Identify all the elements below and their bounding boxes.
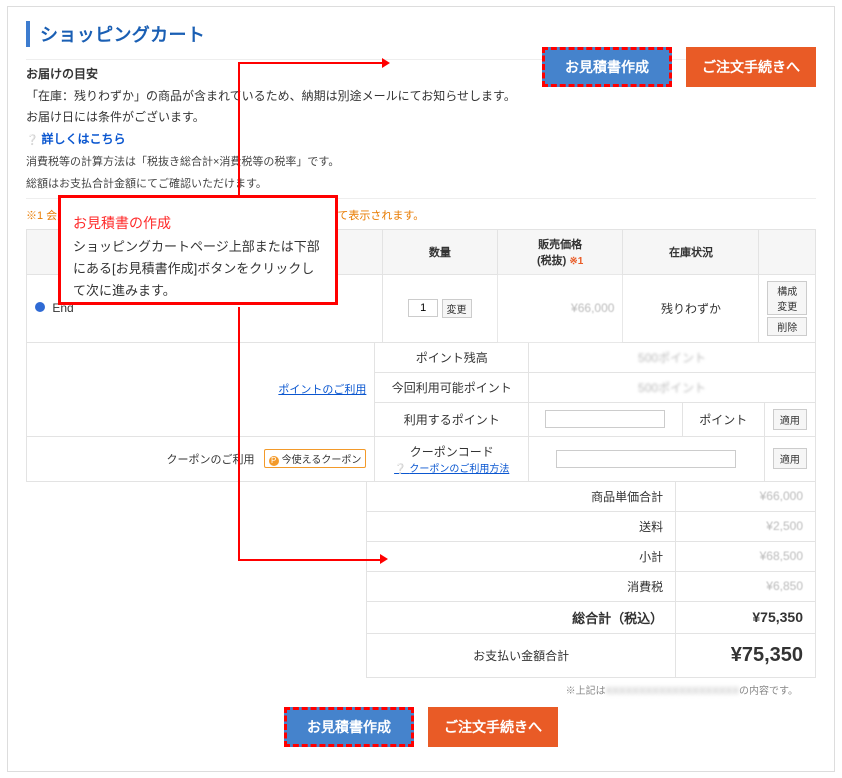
- points-unit: ポイント: [682, 402, 764, 436]
- arrow-line: [238, 62, 338, 64]
- arrow-line: [238, 559, 382, 561]
- arrow-line: [238, 62, 240, 197]
- bottom-action-row: お見積書作成 ご注文手続きへ: [26, 707, 816, 747]
- product-bullet-icon: [35, 302, 45, 312]
- points-apply-button[interactable]: 適用: [773, 409, 807, 430]
- coupon-code-input[interactable]: [556, 450, 736, 468]
- instruction-body: ショッピングカートページ上部または下部にある[お見積書作成]ボタンをクリックして…: [73, 236, 323, 302]
- points-usage-link[interactable]: ポイントのご利用: [278, 384, 366, 396]
- coupon-usage-link[interactable]: ❔ クーポンのご利用方法: [394, 464, 509, 475]
- top-action-row: お見積書作成 ご注文手続きへ: [542, 47, 816, 87]
- quantity-change-button[interactable]: 変更: [442, 299, 472, 318]
- shipping-label: 送料: [367, 511, 676, 541]
- arrow-line: [238, 307, 240, 559]
- subtotal-unit-value: ¥66,000: [676, 481, 816, 511]
- unit-price: ¥66,000: [497, 274, 623, 342]
- points-use-label: 利用するポイント: [375, 402, 529, 436]
- coupon-code-label: クーポンコード: [410, 445, 494, 459]
- points-use-input[interactable]: [545, 410, 665, 428]
- tax-value: ¥6,850: [676, 571, 816, 601]
- col-qty: 数量: [382, 229, 497, 274]
- totals-footnote: ※上記はXXXXXXXXXXXXXXXXXXXXの内容です。: [26, 682, 798, 697]
- available-coupons-chip[interactable]: P今使えるクーポン: [264, 449, 367, 468]
- shipping-value: ¥2,500: [676, 511, 816, 541]
- coupon-apply-button[interactable]: 適用: [773, 448, 807, 469]
- config-change-button[interactable]: 構成変更: [767, 281, 807, 315]
- points-balance-label: ポイント残高: [375, 342, 529, 372]
- points-available-value: 500ポイント: [638, 381, 706, 395]
- subtotal-value: ¥68,500: [676, 541, 816, 571]
- create-quote-button-bottom[interactable]: お見積書作成: [284, 707, 414, 747]
- instruction-callout: お見積書の作成 ショッピングカートページ上部または下部にある[お見積書作成]ボタ…: [58, 195, 338, 305]
- create-quote-button-top[interactable]: お見積書作成: [542, 47, 672, 87]
- delivery-line-2: お届け日には条件がございます。: [26, 107, 816, 129]
- tax-note-1: 消費税等の計算方法は「税抜き総合計×消費税等の税率」です。: [26, 154, 816, 172]
- delivery-line-1: 「在庫：残りわずか」の商品が含まれているため、納期は別途メールにてお知らせします…: [26, 86, 816, 108]
- coupon-left-label: クーポンのご利用: [167, 454, 255, 466]
- grand-total-label: 総合計（税込）: [367, 601, 676, 633]
- instruction-title: お見積書の作成: [73, 212, 323, 236]
- grand-total-value: ¥75,350: [676, 601, 816, 633]
- payment-total-label: お支払い金額合計: [367, 633, 676, 677]
- delete-item-button[interactable]: 削除: [767, 317, 807, 336]
- payment-total-value: ¥75,350: [676, 633, 816, 677]
- arrow-head-icon: [380, 554, 388, 564]
- stock-status: 残りわずか: [623, 274, 759, 342]
- col-stock: 在庫状況: [623, 229, 759, 274]
- tax-label: 消費税: [367, 571, 676, 601]
- details-link[interactable]: 詳しくはこちら: [26, 132, 125, 146]
- quantity-input[interactable]: [408, 299, 438, 317]
- points-balance-value: 500ポイント: [638, 351, 706, 365]
- checkout-button-top[interactable]: ご注文手続きへ: [686, 47, 816, 87]
- page-title: ショッピングカート: [40, 21, 816, 47]
- arrow-head-icon: [338, 62, 388, 63]
- subtotal-unit-label: 商品単価合計: [367, 481, 676, 511]
- checkout-button-bottom[interactable]: ご注文手続きへ: [428, 707, 558, 747]
- points-available-label: 今回利用可能ポイント: [375, 372, 529, 402]
- tax-note-2: 総額はお支払合計金額にてご確認いただけます。: [26, 176, 816, 194]
- subtotal-label: 小計: [367, 541, 676, 571]
- col-price: 販売価格 (税抜) ※1: [497, 229, 623, 274]
